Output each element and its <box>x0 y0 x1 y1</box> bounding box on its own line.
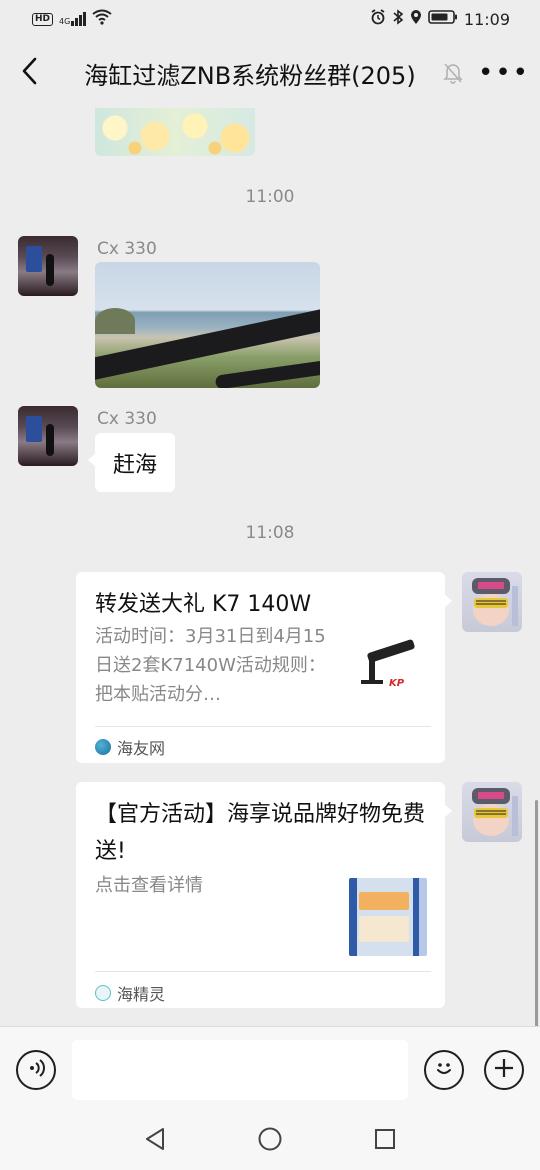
status-right: 11:09 <box>370 9 510 29</box>
lamp-pole <box>369 654 375 682</box>
lamp-base <box>361 680 383 684</box>
nav-back-button[interactable] <box>140 1126 170 1156</box>
alarm-icon <box>370 9 386 29</box>
location-icon <box>410 9 422 29</box>
voice-icon <box>25 1057 47 1083</box>
thumbnail-brand: KP <box>389 678 405 689</box>
source-logo-icon <box>95 739 111 755</box>
status-bar: HD 4G 11:09 <box>0 0 540 38</box>
signal-icon: 4G <box>59 12 87 26</box>
battery-icon <box>428 9 458 29</box>
card-divider <box>95 726 431 727</box>
nav-recents-button[interactable] <box>370 1126 400 1156</box>
sender-name: Cx 330 <box>97 409 157 429</box>
chat-title: 海缸过滤ZNB系统粉丝群(205) <box>84 61 416 90</box>
card-thumbnail <box>349 878 427 956</box>
timestamp: 11:08 <box>245 523 295 543</box>
bell-off-icon <box>438 62 468 84</box>
more-icon: ••• <box>477 58 530 88</box>
system-nav-bar <box>0 1112 540 1170</box>
card-thumbnail: KP <box>357 636 427 696</box>
avatar-art <box>472 578 518 626</box>
network-type: 4G <box>59 17 71 26</box>
emoji-icon <box>431 1055 457 1085</box>
sender-name: Cx 330 <box>97 239 157 259</box>
triangle-back-icon <box>144 1127 166 1155</box>
sticker-message[interactable] <box>95 108 255 156</box>
nav-home-button[interactable] <box>255 1126 285 1156</box>
source-name: 海精灵 <box>117 985 166 1004</box>
image-message[interactable] <box>95 262 320 388</box>
link-card[interactable]: 【官方活动】海享说品牌好物免费送! 点击查看详情 海精灵 <box>76 782 452 1008</box>
chat-header: 海缸过滤ZNB系统粉丝群(205) ••• <box>0 38 540 108</box>
avatar-art <box>472 788 518 836</box>
back-button[interactable] <box>0 38 58 108</box>
poster-band <box>359 916 409 942</box>
text-bubble[interactable]: 赶海 <box>87 433 176 492</box>
message-input[interactable] <box>72 1040 408 1100</box>
more-options-button[interactable]: ••• <box>468 38 540 108</box>
source-name: 海友网 <box>117 739 166 758</box>
emoji-button[interactable] <box>424 1050 464 1090</box>
circle-home-icon <box>257 1126 283 1156</box>
input-bar <box>0 1026 540 1112</box>
avatar[interactable] <box>18 236 78 296</box>
avatar[interactable] <box>462 572 522 632</box>
card-title: 转发送大礼 K7 140W <box>95 592 312 617</box>
wifi-icon <box>92 9 112 29</box>
avatar[interactable] <box>462 782 522 842</box>
hd-badge: HD <box>32 12 54 26</box>
card-divider <box>95 971 431 972</box>
chat-area[interactable]: 11:00 Cx 330 Cx 330 赶海 11:08 转发送大礼 K7 14… <box>0 108 540 1026</box>
photo-hill <box>95 308 135 334</box>
clock-time: 11:09 <box>463 9 510 29</box>
photo-rail <box>214 356 320 388</box>
scrollbar[interactable] <box>535 800 538 1026</box>
voice-button[interactable] <box>16 1050 56 1090</box>
poster-band <box>359 892 409 910</box>
card-title: 【官方活动】海享说品牌好物免费送! <box>95 802 426 864</box>
status-left: HD 4G <box>32 9 112 29</box>
plus-icon <box>492 1056 516 1084</box>
message-text: 赶海 <box>113 452 158 478</box>
card-source: 海精灵 <box>95 981 165 1005</box>
chevron-left-icon <box>21 57 37 89</box>
plus-button[interactable] <box>484 1050 524 1090</box>
card-description: 点击查看详情 <box>95 875 203 896</box>
card-source: 海友网 <box>95 735 165 759</box>
square-recents-icon <box>373 1127 397 1155</box>
link-card[interactable]: 转发送大礼 K7 140W 活动时间：3月31日到4月15日送2套K7140W活… <box>76 572 452 763</box>
card-description: 活动时间：3月31日到4月15日送2套K7140W活动规则：把本贴活动分… <box>95 626 326 705</box>
timestamp: 11:00 <box>245 187 295 207</box>
avatar[interactable] <box>18 406 78 466</box>
source-logo-icon <box>95 985 111 1001</box>
bluetooth-icon <box>392 9 404 29</box>
